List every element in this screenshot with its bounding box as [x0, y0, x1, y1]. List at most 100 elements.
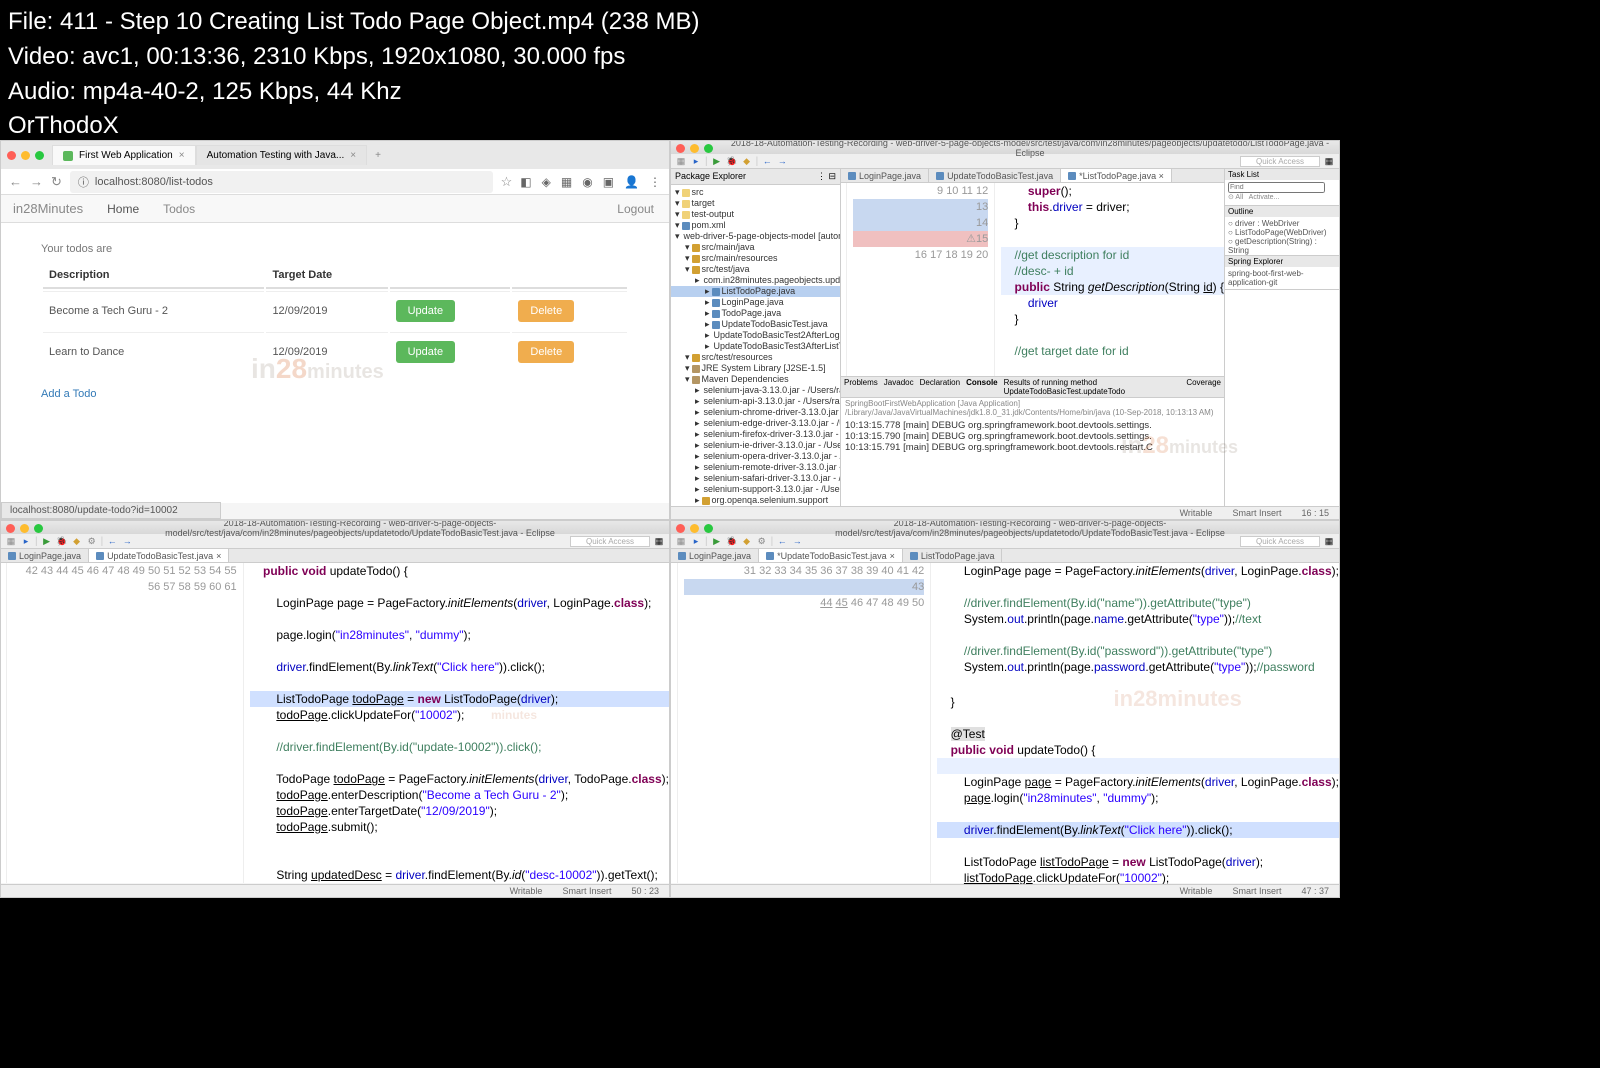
update-button[interactable]: Update: [396, 300, 455, 322]
traffic-lights[interactable]: [7, 151, 44, 160]
reload-button[interactable]: ↻: [51, 174, 62, 190]
editor-tabs[interactable]: LoginPage.java UpdateTodoBasicTest.java …: [1, 549, 669, 563]
nav-icon[interactable]: ←: [776, 535, 788, 547]
console-pane[interactable]: Problems Javadoc Declaration Console Results…: [841, 376, 1224, 506]
tree-item[interactable]: ▸selenium-opera-driver-3.13.0.jar - /Use…: [671, 451, 840, 462]
tree-item[interactable]: ▸UpdateTodoBasicTest3AfterListTodoPage.j…: [671, 341, 840, 352]
outline-item[interactable]: ○ getDescription(String) : String: [1228, 237, 1336, 255]
forward-button[interactable]: →: [30, 174, 43, 189]
build-icon[interactable]: ◆: [71, 535, 83, 547]
new-tab-button[interactable]: +: [367, 150, 389, 161]
tree-item[interactable]: ▸selenium-chrome-driver-3.13.0.jar - /Us…: [671, 407, 840, 418]
browser-tab-1[interactable]: First Web Application×: [52, 145, 196, 165]
save-icon[interactable]: ▦: [675, 535, 687, 547]
run-icon[interactable]: ▶: [711, 535, 723, 547]
ext-icon[interactable]: ◈: [542, 175, 551, 189]
quick-access[interactable]: Quick Access: [570, 536, 650, 547]
tree-item[interactable]: ▸selenium-support-3.13.0.jar - /Users/ra…: [671, 484, 840, 495]
nav-icon[interactable]: ←: [761, 155, 773, 167]
ext-icon[interactable]: ◉: [582, 175, 592, 189]
back-button[interactable]: ←: [9, 174, 22, 189]
tree-item[interactable]: ▸ListTodoPage.java: [671, 286, 840, 297]
tree-item[interactable]: ▸UpdateTodoBasicTest.java: [671, 319, 840, 330]
editor-tabs[interactable]: LoginPage.java *UpdateTodoBasicTest.java…: [671, 549, 1339, 563]
tree-item[interactable]: ▸selenium-api-3.13.0.jar - /Users/rangak…: [671, 396, 840, 407]
nav-icon[interactable]: →: [776, 155, 788, 167]
console-tab[interactable]: Problems: [844, 378, 878, 396]
tree-item[interactable]: ▸selenium-safari-driver-3.13.0.jar - /Us…: [671, 473, 840, 484]
outline-item[interactable]: ○ ListTodoPage(WebDriver): [1228, 228, 1336, 237]
editor-tab[interactable]: LoginPage.java: [841, 169, 929, 182]
nav-todos[interactable]: Todos: [151, 202, 207, 216]
editor-tab[interactable]: LoginPage.java: [671, 549, 759, 562]
spring-view[interactable]: Spring Explorerspring-boot-first-web-app…: [1225, 256, 1339, 290]
tree-item[interactable]: ▸com.in28minutes.pageobjects.updatetodo: [671, 275, 840, 286]
delete-button[interactable]: Delete: [518, 300, 574, 322]
nav-logout[interactable]: Logout: [602, 202, 669, 216]
console-tab[interactable]: Results of running method UpdateTodoBasi…: [1004, 378, 1181, 396]
tree-item[interactable]: ▸UpdateTodoBasicTest2AfterLoginPage.java: [671, 330, 840, 341]
editor-tab[interactable]: *ListTodoPage.java ×: [1061, 169, 1172, 182]
package-explorer[interactable]: Package Explorer⋮ ⊟ ▾src▾target▾test-out…: [671, 169, 841, 509]
tree-item[interactable]: ▾src/test/java: [671, 264, 840, 275]
tree-item[interactable]: ▸selenium-ie-driver-3.13.0.jar - /Users/…: [671, 440, 840, 451]
ext-icon[interactable]: ▦: [561, 175, 572, 189]
ext-icon[interactable]: ◧: [520, 175, 531, 189]
tree-item[interactable]: ▸LoginPage.java: [671, 297, 840, 308]
nav-icon[interactable]: ←: [106, 535, 118, 547]
run-icon[interactable]: ▶: [41, 535, 53, 547]
code-editor[interactable]: 31 32 33 34 35 36 37 38 39 40 41 42 43 4…: [671, 563, 1339, 883]
nav-home[interactable]: Home: [95, 202, 151, 216]
run-icon[interactable]: ▶: [711, 155, 723, 167]
build-icon[interactable]: ◆: [741, 155, 753, 167]
editor-tab[interactable]: ListTodoPage.java: [903, 549, 1003, 562]
open-icon[interactable]: ▸: [690, 155, 702, 167]
perspective-icon[interactable]: ▦: [653, 535, 665, 547]
save-icon[interactable]: ▦: [675, 155, 687, 167]
outline-item[interactable]: ○ driver : WebDriver: [1228, 219, 1336, 228]
browser-tab-2[interactable]: Automation Testing with Java...×: [196, 145, 368, 165]
editor-tabs[interactable]: LoginPage.javaUpdateTodoBasicTest.java*L…: [841, 169, 1224, 183]
tree-item[interactable]: ▸org.openqa.selenium.support: [671, 495, 840, 506]
console-tab[interactable]: Javadoc: [884, 378, 914, 396]
editor-tab[interactable]: UpdateTodoBasicTest.java ×: [89, 549, 229, 562]
open-icon[interactable]: ▸: [690, 535, 702, 547]
tree-item[interactable]: ▸selenium-firefox-driver-3.13.0.jar - /U…: [671, 429, 840, 440]
star-icon[interactable]: ☆: [501, 174, 513, 190]
debug-icon[interactable]: 🐞: [726, 535, 738, 547]
code-body[interactable]: public void updateTodo() { LoginPage pag…: [244, 563, 669, 883]
open-icon[interactable]: ▸: [20, 535, 32, 547]
perspective-icon[interactable]: ▦: [1323, 535, 1335, 547]
editor-tab[interactable]: *UpdateTodoBasicTest.java ×: [759, 549, 903, 562]
code-editor[interactable]: 42 43 44 45 46 47 48 49 50 51 52 53 54 5…: [1, 563, 669, 883]
tree-item[interactable]: ▾target: [671, 198, 840, 209]
editor-tab[interactable]: LoginPage.java: [1, 549, 89, 562]
task-list-view[interactable]: Task List⊙ All Activate...: [1225, 169, 1339, 206]
add-todo-link[interactable]: Add a Todo: [41, 388, 96, 400]
url-input[interactable]: ⓘlocalhost:8080/list-todos: [70, 171, 493, 193]
outline-view[interactable]: Outline○ driver : WebDriver○ ListTodoPag…: [1225, 206, 1339, 256]
update-button[interactable]: Update: [396, 341, 455, 363]
code-body[interactable]: super(); this.driver = driver; } //get d…: [995, 183, 1224, 390]
task-search[interactable]: [1228, 182, 1325, 193]
tool-icon[interactable]: ⚙: [756, 535, 768, 547]
save-icon[interactable]: ▦: [5, 535, 17, 547]
console-tab[interactable]: Declaration: [920, 378, 960, 396]
avatar-icon[interactable]: 👤: [624, 175, 639, 189]
tree-item[interactable]: ▾Maven Dependencies: [671, 374, 840, 385]
console-tab[interactable]: Coverage: [1186, 378, 1221, 396]
ext-icon[interactable]: ▣: [603, 175, 614, 189]
build-icon[interactable]: ◆: [741, 535, 753, 547]
tree-item[interactable]: ▾src/main/java: [671, 242, 840, 253]
code-body[interactable]: LoginPage page = PageFactory.initElement…: [931, 563, 1339, 883]
extension-icons[interactable]: ◧◈▦◉▣👤⋮: [520, 175, 661, 189]
tree-item[interactable]: ▸selenium-java-3.13.0.jar - /Users/ranga…: [671, 385, 840, 396]
quick-access[interactable]: Quick Access: [1240, 536, 1320, 547]
tree-item[interactable]: ▸selenium-edge-driver-3.13.0.jar - /User…: [671, 418, 840, 429]
console-tab[interactable]: Console: [966, 378, 998, 396]
tree-item[interactable]: ▸TodoPage.java: [671, 308, 840, 319]
tree-item[interactable]: ▾src: [671, 187, 840, 198]
tree-item[interactable]: ▾web-driver-5-page-objects-model [automa…: [671, 231, 840, 242]
view-menu-icon[interactable]: ⋮ ⊟: [817, 171, 836, 182]
nav-icon[interactable]: →: [791, 535, 803, 547]
